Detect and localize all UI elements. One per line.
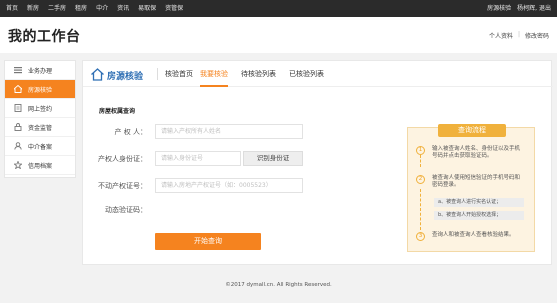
sidebar-item-house-verify[interactable]: 房源核验 xyxy=(5,80,75,99)
sidebar-item-label: 资金监管 xyxy=(28,124,53,132)
step-number: 2 xyxy=(416,175,425,184)
top-nav-news[interactable]: 资讯 xyxy=(117,3,129,14)
lock-icon xyxy=(14,123,22,131)
sidebar-item-fund-supervision[interactable]: 资金监管 xyxy=(5,118,75,137)
owner-row: 产 权 人： 请输入产权所有人姓名 xyxy=(83,124,303,139)
step-connector xyxy=(420,189,421,230)
page-header: 我的工作台 个人资料 | 修改密码 xyxy=(0,17,557,53)
id-row: 产权人身份证： 请输入身份证号 识别身份证 xyxy=(83,151,303,166)
house-icon xyxy=(91,66,104,85)
section-brand: 房源核验 xyxy=(91,66,143,85)
sidebar-item-label: 信用档案 xyxy=(28,162,53,170)
sidebar-item-label: 中介备案 xyxy=(28,143,53,151)
user-welcome-logout[interactable]: 杨柯辉, 退出 xyxy=(517,3,551,14)
profile-link[interactable]: 个人资料 xyxy=(489,31,513,40)
top-nav-second-hand[interactable]: 二手房 xyxy=(48,3,66,14)
step-text: 查询人和被查询人查看核验结果。 xyxy=(432,232,515,238)
sidebar-item-agency-filing[interactable]: 中介备案 xyxy=(5,137,75,156)
main-panel: 房源核验 核验首页 我要核验 待核验列表 已核验列表 房屋权属查询 产 权 人：… xyxy=(82,60,553,265)
sidebar-item-online-sign[interactable]: 网上签约 xyxy=(5,99,75,118)
top-nav-rent[interactable]: 租房 xyxy=(75,3,87,14)
identify-id-button[interactable]: 识别身份证 xyxy=(243,151,303,166)
tab-verify-home[interactable]: 核验首页 xyxy=(165,69,193,79)
step-2-substep-b: b、被查询人开始授权选择； xyxy=(434,211,524,220)
tab-verified-list[interactable]: 已核验列表 xyxy=(289,69,324,79)
process-panel-title: 查询流程 xyxy=(438,124,506,137)
tab-bar: 房源核验 核验首页 我要核验 待核验列表 已核验列表 xyxy=(83,61,553,87)
tab-pending-list[interactable]: 待核验列表 xyxy=(241,69,276,79)
top-nav-escrow[interactable]: 易取保 xyxy=(138,3,156,14)
owner-name-input[interactable]: 请输入产权所有人姓名 xyxy=(155,124,303,139)
cert-row: 不动产权证号： 请输入房地产产权证号（如：0005523） xyxy=(83,178,303,193)
top-nav-agency[interactable]: 中介 xyxy=(96,3,108,14)
property-cert-input[interactable]: 请输入房地产产权证号（如：0005523） xyxy=(155,178,303,193)
top-nav-new-house[interactable]: 新房 xyxy=(27,3,39,14)
sidebar-item-business[interactable]: 业务办理 xyxy=(5,61,75,80)
process-step-2: 2 被查询人使用短信验证的手机号码和密码登录。 xyxy=(416,175,524,189)
page-title: 我的工作台 xyxy=(8,29,81,45)
tab-divider xyxy=(157,68,158,80)
id-label: 产权人身份证： xyxy=(98,154,147,163)
top-navigation-bar: 首页 新房 二手房 租房 中介 资讯 易取保 资管保 房源核验 杨柯辉, 退出 xyxy=(0,0,557,17)
top-nav-asset[interactable]: 资管保 xyxy=(165,3,183,14)
sidebar-item-label: 业务办理 xyxy=(28,67,53,75)
cert-label: 不动产权证号： xyxy=(98,181,147,190)
form-section-title: 房屋权属查询 xyxy=(99,108,136,115)
query-process-panel: 查询流程 1 输入被查询人姓名、身份证以及手机号码并点击获取验证码。 2 被查询… xyxy=(407,124,535,252)
active-tab-underline xyxy=(200,85,228,87)
owner-label: 产 权 人： xyxy=(114,127,147,136)
top-nav-current-section[interactable]: 房源核验 xyxy=(487,3,511,14)
sidebar: 业务办理 房源核验 网上签约 资金监管 中介备案 信用档案 xyxy=(4,60,76,178)
sidebar-item-label: 网上签约 xyxy=(28,105,53,113)
process-step-3: 3 查询人和被查询人查看核验结果。 xyxy=(416,232,524,241)
tab-my-verify[interactable]: 我要核验 xyxy=(200,69,228,79)
step-text: 被查询人使用短信验证的手机号码和密码登录。 xyxy=(432,175,521,188)
house-icon xyxy=(14,85,22,93)
code-label: 动态验证码： xyxy=(105,206,147,214)
process-step-1: 1 输入被查询人姓名、身份证以及手机号码并点击获取验证码。 xyxy=(416,146,524,160)
top-nav-links: 首页 新房 二手房 租房 中介 资讯 易取保 资管保 xyxy=(6,3,192,14)
top-user-area: 房源核验 杨柯辉, 退出 xyxy=(481,3,551,14)
step-number: 1 xyxy=(416,146,425,155)
document-icon xyxy=(14,104,22,112)
start-query-button[interactable]: 开始查询 xyxy=(155,233,261,250)
change-password-link[interactable]: 修改密码 xyxy=(525,31,549,40)
menu-icon xyxy=(14,66,22,74)
id-number-input[interactable]: 请输入身份证号 xyxy=(155,151,241,166)
step-number: 3 xyxy=(416,232,425,241)
footer-copyright: ©2017 dymall.cn. All Rights Reserved. xyxy=(225,282,332,288)
user-icon xyxy=(14,142,22,150)
section-brand-label: 房源核验 xyxy=(107,72,144,82)
sidebar-item-credit-file[interactable]: 信用档案 xyxy=(5,156,75,175)
header-link-divider: | xyxy=(517,31,520,38)
top-nav-home[interactable]: 首页 xyxy=(6,3,18,14)
star-icon xyxy=(14,161,22,169)
step-text: 输入被查询人姓名、身份证以及手机号码并点击获取验证码。 xyxy=(432,146,521,159)
step-2-substep-a: a、被查询人进行实名认证； xyxy=(434,198,524,207)
sidebar-item-label: 房源核验 xyxy=(28,86,53,94)
code-row: 动态验证码： xyxy=(83,205,155,215)
header-links: 个人资料 | 修改密码 xyxy=(489,31,549,40)
